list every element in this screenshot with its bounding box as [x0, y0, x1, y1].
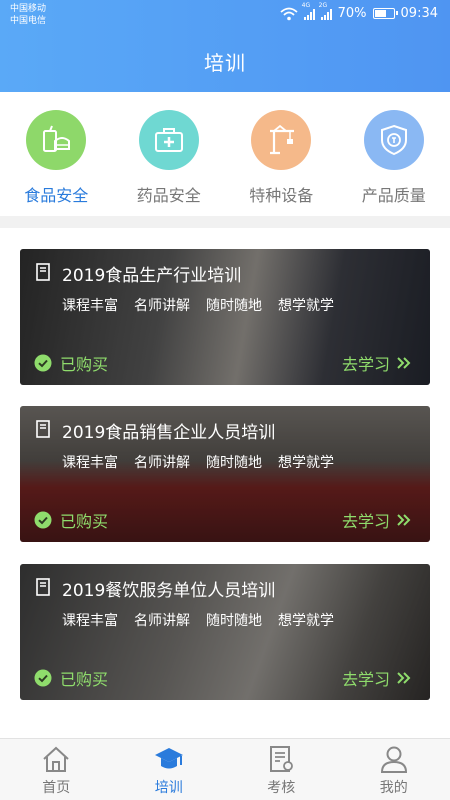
book-icon	[36, 420, 50, 438]
wifi-icon	[280, 7, 298, 20]
course-card[interactable]: 2019食品生产行业培训 课程丰富 名师讲解 随时随地 想学就学 已购买 去学习	[20, 249, 430, 385]
tab-label: 我的	[379, 780, 408, 796]
purchased-label: 已购买	[60, 512, 109, 531]
tab-training[interactable]: 培训	[113, 739, 226, 800]
tab-label: 培训	[154, 780, 183, 796]
purchased-status: 已购买	[34, 508, 108, 532]
go-study-label: 去学习	[341, 670, 390, 689]
carrier-1: 中国移动	[10, 4, 47, 14]
category-drug-safety[interactable]: 药品安全	[113, 92, 226, 216]
category-label: 食品安全	[24, 186, 89, 205]
course-card[interactable]: 2019食品销售企业人员培训 课程丰富 名师讲解 随时随地 想学就学 已购买 去…	[20, 406, 430, 542]
category-product-quality[interactable]: 产品质量	[338, 92, 450, 216]
course-tag: 名师讲解	[134, 613, 190, 629]
crane-icon	[251, 110, 312, 170]
graduation-cap-icon	[154, 748, 183, 769]
course-tag: 随时随地	[206, 613, 262, 629]
bottom-tab-bar: 首页 培训 考核 我的	[0, 738, 450, 800]
food-safety-icon	[26, 110, 87, 170]
course-tag: 名师讲解	[134, 455, 190, 471]
book-icon	[36, 263, 50, 281]
category-label: 特种设备	[249, 186, 314, 205]
course-tag: 课程丰富	[62, 298, 118, 314]
tab-label: 考核	[267, 780, 296, 796]
tab-exam[interactable]: 考核	[225, 739, 338, 800]
go-study-button[interactable]: 去学习	[342, 508, 412, 532]
signal-4g-icon: 4G	[302, 2, 315, 20]
carrier-info: 中国移动 中国电信	[10, 3, 46, 27]
go-study-button[interactable]: 去学习	[342, 351, 412, 375]
course-card[interactable]: 2019餐饮服务单位人员培训 课程丰富 名师讲解 随时随地 想学就学 已购买 去…	[20, 564, 430, 700]
net-type-1: 4G	[301, 1, 311, 9]
double-chevron-right-icon	[397, 514, 411, 526]
tab-home[interactable]: 首页	[0, 739, 113, 800]
category-label: 产品质量	[361, 186, 426, 205]
category-special-equipment[interactable]: 特种设备	[225, 92, 338, 216]
go-study-label: 去学习	[341, 355, 390, 374]
course-tag: 课程丰富	[62, 613, 118, 629]
course-tag: 想学就学	[278, 613, 334, 629]
purchased-label: 已购买	[60, 670, 109, 689]
section-divider	[0, 216, 450, 228]
user-icon	[380, 746, 407, 773]
exam-doc-icon	[270, 746, 294, 772]
course-tag: 想学就学	[278, 298, 334, 314]
course-title: 2019餐饮服务单位人员培训	[62, 581, 276, 601]
status-bar: 中国移动 中国电信 4G 2G 70% 09:34	[0, 0, 450, 32]
purchased-status: 已购买	[34, 351, 108, 375]
course-tag: 随时随地	[206, 455, 262, 471]
go-study-button[interactable]: 去学习	[342, 666, 412, 690]
tab-mine[interactable]: 我的	[338, 739, 450, 800]
double-chevron-right-icon	[397, 357, 411, 369]
double-chevron-right-icon	[397, 672, 411, 684]
go-study-label: 去学习	[341, 512, 390, 531]
course-title: 2019食品生产行业培训	[62, 266, 242, 286]
course-tag: 想学就学	[278, 455, 334, 471]
course-tags: 课程丰富 名师讲解 随时随地 想学就学	[62, 610, 334, 630]
book-icon	[36, 578, 50, 596]
carrier-2: 中国电信	[10, 16, 47, 26]
course-tag: 名师讲解	[134, 298, 190, 314]
course-title: 2019食品销售企业人员培训	[62, 423, 276, 443]
course-tag: 随时随地	[206, 298, 262, 314]
category-label: 药品安全	[136, 186, 201, 205]
category-bar: 食品安全 药品安全 特种设备 产品质量	[0, 92, 450, 216]
app-header: 中国移动 中国电信 4G 2G 70% 09:34 培训	[0, 0, 450, 92]
category-food-safety[interactable]: 食品安全	[0, 92, 113, 216]
clock: 09:34	[400, 6, 438, 21]
page-title: 培训	[204, 51, 246, 75]
tab-label: 首页	[42, 780, 71, 796]
purchased-label: 已购买	[60, 355, 109, 374]
medical-kit-icon	[138, 110, 199, 170]
check-circle-icon	[34, 354, 52, 372]
check-circle-icon	[34, 669, 52, 687]
home-icon	[43, 746, 69, 772]
battery-percent: 70%	[337, 6, 367, 21]
quality-shield-icon	[363, 110, 424, 170]
purchased-status: 已购买	[34, 666, 108, 690]
check-circle-icon	[34, 511, 52, 529]
net-type-2: 2G	[318, 1, 328, 9]
course-tags: 课程丰富 名师讲解 随时随地 想学就学	[62, 452, 334, 472]
course-tag: 课程丰富	[62, 455, 118, 471]
course-tags: 课程丰富 名师讲解 随时随地 想学就学	[62, 295, 334, 315]
signal-2g-icon: 2G	[319, 2, 332, 20]
battery-icon	[372, 8, 398, 19]
